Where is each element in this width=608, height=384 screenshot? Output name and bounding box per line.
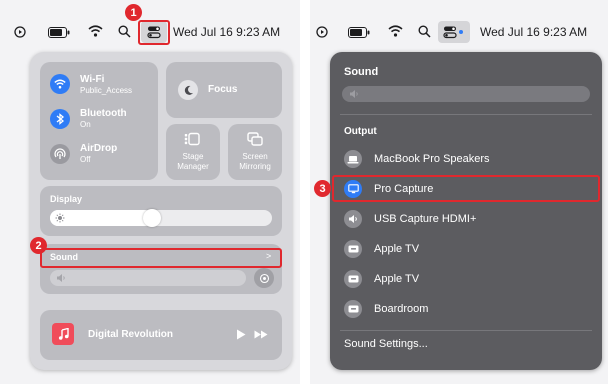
device-label: Apple TV xyxy=(374,273,420,285)
play-circle-icon[interactable] xyxy=(316,26,328,38)
screen-mirroring-label-1: Screen xyxy=(242,152,268,161)
device-label: USB Capture HDMI+ xyxy=(374,213,477,225)
bluetooth-toggle-icon[interactable] xyxy=(50,109,70,129)
callout-badge-2: 2 xyxy=(30,237,47,254)
callout-box-3 xyxy=(332,175,600,202)
callout-box-2 xyxy=(40,248,282,268)
brightness-fill xyxy=(50,210,153,226)
wifi-toggle-icon[interactable] xyxy=(50,74,70,94)
music-app-icon[interactable] xyxy=(52,323,74,345)
moon-icon xyxy=(178,80,198,100)
fast-forward-icon[interactable] xyxy=(254,330,268,339)
laptop-icon xyxy=(344,150,362,168)
now-playing-title: Digital Revolution xyxy=(88,329,173,340)
menu-bar-right: Wed Jul 16 9:23 AM xyxy=(310,21,608,43)
sound-menu-title: Sound xyxy=(344,66,379,78)
device-label: Apple TV xyxy=(374,243,420,255)
sound-menu: Sound Output MacBook Pro Speakers Pro Ca… xyxy=(330,52,602,370)
battery-icon[interactable] xyxy=(48,27,70,38)
connectivity-tile: Wi-Fi Public_Access Bluetooth On AirDrop… xyxy=(40,62,158,180)
screen-mirroring-tile[interactable]: Screen Mirroring xyxy=(228,124,282,180)
output-heading: Output xyxy=(344,126,377,137)
output-device-apple-tv-1[interactable]: Apple TV xyxy=(330,234,602,264)
output-device-macbook-pro-speakers[interactable]: MacBook Pro Speakers xyxy=(330,144,602,174)
wifi-title: Wi-Fi xyxy=(80,74,105,85)
bluetooth-title: Bluetooth xyxy=(80,108,127,119)
wifi-icon[interactable] xyxy=(388,25,403,37)
stage-manager-tile[interactable]: Stage Manager xyxy=(166,124,220,180)
menubar-clock[interactable]: Wed Jul 16 9:23 AM xyxy=(480,25,587,39)
sun-icon xyxy=(55,213,65,223)
stage-manager-label-1: Stage xyxy=(182,152,204,161)
separator xyxy=(340,330,592,331)
output-device-usb-capture-hdmi[interactable]: USB Capture HDMI+ xyxy=(330,204,602,234)
airdrop-toggle-icon[interactable] xyxy=(50,144,70,164)
appletv-icon xyxy=(344,240,362,258)
search-icon[interactable] xyxy=(418,25,431,38)
play-circle-icon[interactable] xyxy=(14,26,26,38)
stage-manager-icon xyxy=(184,132,200,146)
brightness-knob[interactable] xyxy=(143,209,161,227)
search-icon[interactable] xyxy=(118,25,131,38)
callout-box-1 xyxy=(138,20,170,45)
brightness-slider[interactable] xyxy=(50,209,272,227)
appletv-icon xyxy=(344,300,362,318)
left-screenshot: Wed Jul 16 9:23 AM 1 Wi-Fi Public_Access… xyxy=(0,0,300,384)
airdrop-subtitle: Off xyxy=(80,155,91,164)
play-icon[interactable] xyxy=(236,329,246,340)
bluetooth-subtitle: On xyxy=(80,120,91,129)
display-label: Display xyxy=(50,194,83,204)
screen-mirroring-icon xyxy=(247,132,263,146)
airdrop-title: AirDrop xyxy=(80,143,118,154)
volume-slider[interactable] xyxy=(50,270,246,286)
wifi-subtitle: Public_Access xyxy=(80,86,133,95)
callout-badge-1: 1 xyxy=(125,4,142,21)
wifi-icon[interactable] xyxy=(88,25,103,37)
device-label: Boardroom xyxy=(374,303,429,315)
focus-label: Focus xyxy=(208,84,238,95)
callout-badge-3: 3 xyxy=(314,180,331,197)
focus-tile[interactable]: Focus xyxy=(166,62,282,118)
device-label: MacBook Pro Speakers xyxy=(374,153,490,165)
display-tile: Display xyxy=(40,186,282,236)
control-center-panel: Wi-Fi Public_Access Bluetooth On AirDrop… xyxy=(30,52,292,370)
menubar-clock[interactable]: Wed Jul 16 9:23 AM xyxy=(173,25,280,39)
output-device-boardroom[interactable]: Boardroom xyxy=(330,294,602,324)
sound-menu-volume-slider[interactable] xyxy=(342,86,590,102)
stage-manager-label-2: Manager xyxy=(177,162,209,171)
speaker-icon xyxy=(344,210,362,228)
screen-mirroring-label-2: Mirroring xyxy=(239,162,271,171)
sound-menu-extra-icon[interactable] xyxy=(438,21,470,43)
speaker-muted-icon xyxy=(56,273,67,283)
sound-settings-link[interactable]: Sound Settings... xyxy=(344,338,428,350)
appletv-icon xyxy=(344,270,362,288)
now-playing-tile: Digital Revolution xyxy=(40,310,282,360)
separator xyxy=(340,114,592,115)
speaker-muted-icon xyxy=(349,89,360,99)
airplay-audio-icon[interactable] xyxy=(254,268,274,288)
battery-icon[interactable] xyxy=(348,27,370,38)
output-device-apple-tv-2[interactable]: Apple TV xyxy=(330,264,602,294)
